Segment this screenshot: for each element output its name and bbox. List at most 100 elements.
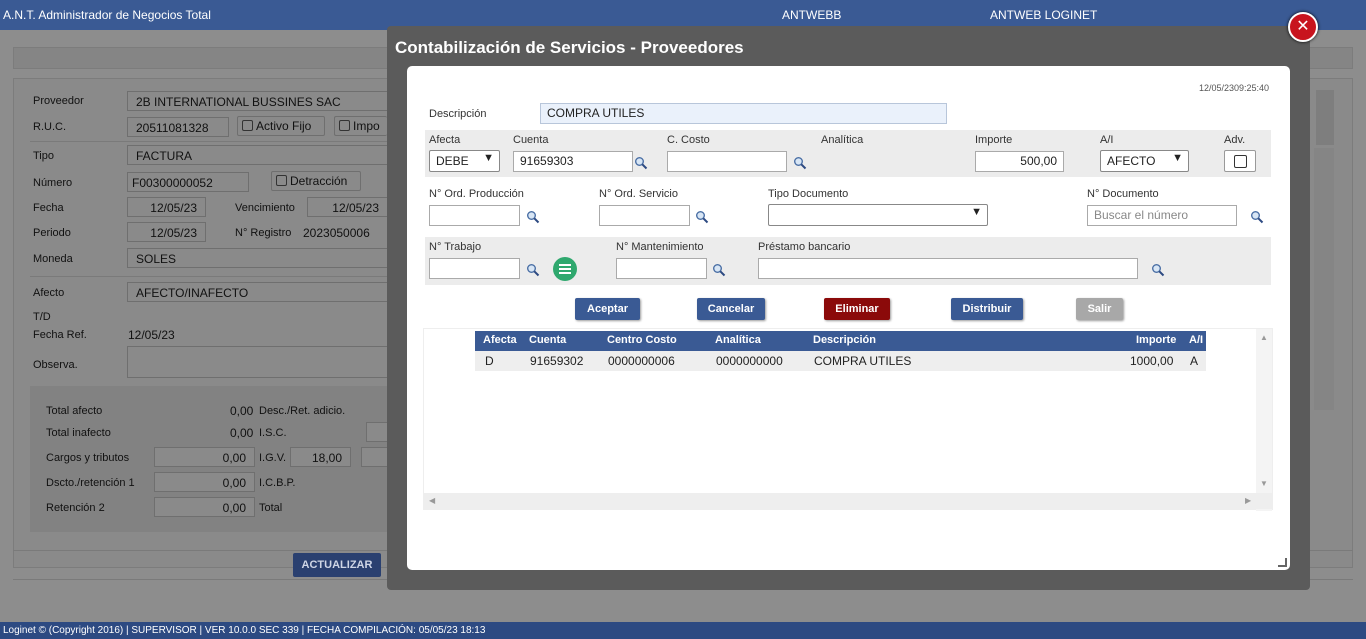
detraccion-checkbox[interactable]: Detracción (271, 171, 361, 191)
checkbox-icon (276, 175, 287, 186)
cell-cuenta: 91659302 (530, 354, 584, 368)
chevron-down-icon: ▼ (1172, 152, 1183, 164)
ndoc-input[interactable]: Buscar el número (1087, 205, 1237, 226)
background-scroll-top (1316, 90, 1334, 145)
tipo-select[interactable]: FACTURA (127, 145, 389, 165)
ccosto-input[interactable] (667, 151, 787, 172)
actualizar-button[interactable]: ACTUALIZAR (293, 553, 381, 577)
grid-vertical-scrollbar[interactable]: ▲ ▼ (1256, 329, 1272, 511)
numero-label: Número (33, 177, 73, 189)
observa-textarea[interactable] (127, 346, 389, 378)
vencimiento-field[interactable]: 12/05/23 (307, 197, 387, 217)
afecta-label: Afecta (429, 134, 461, 146)
cancelar-button[interactable]: Cancelar (697, 298, 765, 320)
cell-importe: 1000,00 (1130, 354, 1174, 368)
moneda-select[interactable]: SOLES (127, 248, 389, 268)
ord-serv-input[interactable] (599, 205, 690, 226)
checkbox-icon (242, 120, 253, 131)
totals-panel: Total afecto 0,00 Desc./Ret. adicio. Tot… (30, 386, 400, 532)
distribuir-button[interactable]: Distribuir (951, 298, 1023, 320)
column-header-ai[interactable]: A/I (1189, 334, 1203, 346)
search-icon[interactable] (1151, 263, 1165, 277)
modal-body: 12/05/2309:25:40 Descripción COMPRA UTIL… (407, 66, 1290, 570)
ntrabajo-input[interactable] (429, 258, 520, 279)
moneda-label: Moneda (33, 253, 73, 265)
search-icon[interactable] (634, 156, 648, 170)
search-icon[interactable] (712, 263, 726, 277)
fecha-label: Fecha (33, 202, 64, 214)
chevron-down-icon: ▼ (971, 206, 982, 218)
chevron-down-icon: ▼ (483, 152, 494, 164)
proveedor-label: Proveedor (33, 95, 84, 107)
igv-label: I.G.V. (259, 452, 287, 464)
column-header-importe[interactable]: Importe (1136, 334, 1176, 346)
retencion2-label: Retención 2 (46, 502, 105, 514)
dscto-field[interactable]: 0,00 (154, 472, 255, 492)
search-icon[interactable] (793, 156, 807, 170)
dscto-label: Dscto./retención 1 (46, 477, 135, 489)
activo-fijo-checkbox[interactable]: Activo Fijo (237, 116, 325, 136)
tipo-doc-select[interactable]: ▼ (768, 204, 988, 226)
close-button[interactable]: ✕ (1288, 12, 1318, 42)
column-header-afecta[interactable]: Afecta (483, 334, 517, 346)
aceptar-button[interactable]: Aceptar (575, 298, 640, 320)
menu-icon[interactable] (553, 257, 577, 281)
salir-button[interactable]: Salir (1076, 298, 1123, 320)
retencion2-field[interactable]: 0,00 (154, 497, 255, 517)
cell-descripcion: COMPRA UTILES (814, 354, 912, 368)
scroll-down-icon[interactable]: ▼ (1260, 479, 1268, 488)
igv-field[interactable]: 18,00 (290, 447, 351, 467)
nregistro-value: 2023050006 (303, 226, 370, 240)
search-icon[interactable] (695, 210, 709, 224)
ai-label: A/I (1100, 134, 1114, 146)
cargos-field[interactable]: 0,00 (154, 447, 255, 467)
periodo-field[interactable]: 12/05/23 (127, 222, 206, 242)
ai-select[interactable]: AFECTO ▼ (1100, 150, 1189, 172)
search-icon[interactable] (1250, 210, 1264, 224)
scroll-right-icon[interactable]: ▶ (1245, 496, 1251, 505)
search-icon[interactable] (526, 210, 540, 224)
column-header-descripcion[interactable]: Descripción (813, 334, 876, 346)
resize-handle-icon[interactable] (1278, 558, 1287, 567)
cuenta-input[interactable]: 91659303 (513, 151, 633, 172)
column-header-analitica[interactable]: Analítica (715, 334, 761, 346)
checkbox-icon (1234, 155, 1247, 168)
fecha-field[interactable]: 12/05/23 (127, 197, 206, 217)
prestamo-input[interactable] (758, 258, 1138, 279)
importe-input[interactable]: 500,00 (975, 151, 1064, 172)
numero-field[interactable]: F00300000052 (127, 172, 249, 192)
ord-prod-input[interactable] (429, 205, 520, 226)
cell-analitica: 0000000000 (716, 354, 783, 368)
divider (30, 276, 387, 277)
ndoc-label: N° Documento (1087, 188, 1159, 200)
checkbox-icon (339, 120, 350, 131)
column-header-centro-costo[interactable]: Centro Costo (607, 334, 677, 346)
total-inafecto-value: 0,00 (230, 426, 254, 440)
nmant-label: N° Mantenimiento (616, 241, 704, 253)
total-inafecto-label: Total inafecto (46, 427, 111, 439)
nmant-input[interactable] (616, 258, 707, 279)
impo-checkbox[interactable]: Impo (334, 116, 387, 136)
afecta-select-value: DEBE (436, 154, 469, 168)
scroll-up-icon[interactable]: ▲ (1260, 333, 1268, 342)
importe-label: Importe (975, 134, 1013, 146)
grid-horizontal-scrollbar[interactable]: ◀ ▶ (424, 493, 1273, 509)
table-row[interactable]: D 91659302 0000000006 0000000000 COMPRA … (475, 351, 1206, 371)
column-header-cuenta[interactable]: Cuenta (529, 334, 566, 346)
td-label: T/D (33, 311, 51, 323)
observa-label: Observa. (33, 359, 78, 371)
ruc-field[interactable]: 20511081328 (127, 117, 229, 137)
scroll-left-icon[interactable]: ◀ (429, 496, 435, 505)
search-icon[interactable] (526, 263, 540, 277)
proveedor-field[interactable]: 2B INTERNATIONAL BUSSINES SAC (127, 91, 389, 111)
eliminar-button[interactable]: Eliminar (824, 298, 890, 320)
afecto-select[interactable]: AFECTO/INAFECTO (127, 282, 389, 302)
adv-checkbox[interactable] (1224, 150, 1256, 172)
ruc-label: R.U.C. (33, 121, 66, 133)
database-name: ANTWEBB (782, 8, 842, 22)
descripcion-input[interactable]: COMPRA UTILES (540, 103, 947, 124)
modal-title: Contabilización de Servicios - Proveedor… (395, 38, 744, 57)
afecta-select[interactable]: DEBE ▼ (429, 150, 500, 172)
prestamo-label: Préstamo bancario (758, 241, 851, 253)
close-icon: ✕ (1296, 18, 1310, 35)
